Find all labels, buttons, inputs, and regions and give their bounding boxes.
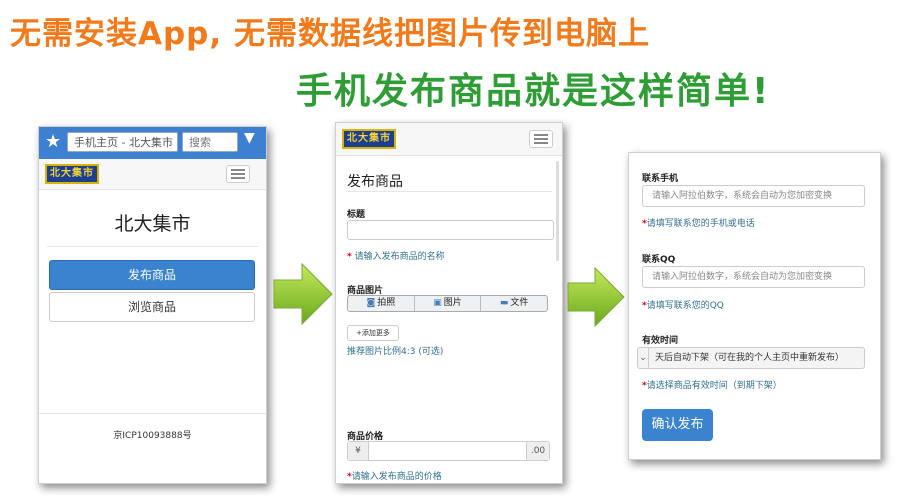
- chevron-down-icon: ⌄: [638, 348, 649, 368]
- picture-button[interactable]: ▣ 图片: [415, 296, 482, 311]
- right-arrow-icon: [567, 266, 625, 328]
- title-label: 标题: [347, 210, 366, 220]
- title-hint: * 请输入发布商品的名称: [347, 249, 445, 262]
- site-navbar: 北大集市: [336, 123, 562, 156]
- phone-label: 联系手机: [642, 174, 679, 184]
- valid-time-select[interactable]: ⌄ 天后自动下架（可在我的个人主页中重新发布）: [637, 347, 865, 369]
- title-hint-text: 请输入发布商品的名称: [354, 252, 445, 262]
- picture-button-label: 图片: [443, 298, 462, 308]
- star-icon[interactable]: ★: [45, 131, 61, 152]
- qq-hint-text: 请填写联系您的QQ: [646, 301, 724, 311]
- price-hint-text: 请输入发布商品的价格: [351, 472, 442, 482]
- currency-addon: ¥: [348, 442, 369, 460]
- site-logo[interactable]: 北大集市: [342, 129, 396, 149]
- qq-hint: *请填写联系您的QQ: [642, 298, 724, 311]
- valid-time-hint-text: 请选择商品有效时间（到期下架）: [646, 381, 782, 391]
- qq-input[interactable]: 请输入阿拉伯数字，系统会自动为您加密变换: [642, 266, 865, 288]
- valid-time-hint: *请选择商品有效时间（到期下架）: [642, 378, 782, 391]
- phone-input[interactable]: 请输入阿拉伯数字，系统会自动为您加密变换: [642, 185, 865, 207]
- section-title: 发布商品: [347, 174, 403, 190]
- confirm-publish-button[interactable]: 确认发布: [642, 409, 713, 441]
- required-mark: *: [347, 252, 352, 262]
- file-button-label: 文件: [510, 298, 529, 308]
- site-logo[interactable]: 北大集市: [45, 164, 99, 184]
- icp-text: 京ICP10093888号: [113, 431, 192, 441]
- browser-bar: ★ 手机主页 - 北大集市 搜索 ▼: [39, 127, 266, 159]
- valid-time-value: 天后自动下架（可在我的个人主页中重新发布）: [655, 353, 845, 363]
- menu-icon[interactable]: [226, 165, 250, 183]
- title-input[interactable]: [347, 220, 554, 240]
- phone-screenshot-publish: 北大集市 发布商品 标题 * 请输入发布商品的名称 商品图片 ◙ 拍照 ▣ 图片 ▬…: [335, 122, 563, 484]
- search-input[interactable]: 搜索: [182, 132, 238, 152]
- camera-icon: ◙: [366, 298, 376, 308]
- cents-addon: .00: [526, 442, 549, 460]
- site-navbar: 北大集市: [39, 159, 266, 190]
- phone-screenshot-contact: 联系手机 请输入阿拉伯数字，系统会自动为您加密变换 *请填写联系您的手机或电话 …: [628, 152, 881, 460]
- file-button[interactable]: ▬ 文件: [481, 296, 547, 311]
- photo-button[interactable]: ◙ 拍照: [348, 296, 415, 311]
- divider: [47, 246, 258, 247]
- add-more-button[interactable]: +添加更多: [347, 325, 399, 341]
- qq-label: 联系QQ: [642, 255, 676, 265]
- price-input-group: ¥ .00: [347, 441, 550, 461]
- headline-line2: 手机发布商品就是这样简单!: [296, 71, 771, 112]
- page-title: 北大集市: [114, 213, 191, 235]
- divider: [346, 191, 552, 192]
- phone-hint: *请填写联系您的手机或电话: [642, 216, 755, 229]
- footer-divider: [39, 413, 266, 414]
- headline-line1: 无需安装App, 无需数据线把图片传到电脑上: [10, 16, 650, 52]
- publish-button[interactable]: 发布商品: [49, 260, 255, 290]
- price-hint: *请输入发布商品的价格: [347, 469, 442, 482]
- right-arrow-icon: [273, 262, 333, 326]
- folder-icon: ▬: [499, 298, 509, 308]
- image-icon: ▣: [433, 298, 442, 308]
- phone-screenshot-home: ★ 手机主页 - 北大集市 搜索 ▼ 北大集市 北大集市 发布商品 浏览商品 京…: [38, 126, 267, 484]
- menu-icon[interactable]: [529, 130, 553, 148]
- photo-button-label: 拍照: [377, 298, 396, 308]
- browse-button[interactable]: 浏览商品: [49, 292, 255, 322]
- price-input[interactable]: [369, 442, 526, 460]
- phone-hint-text: 请填写联系您的手机或电话: [646, 219, 755, 229]
- url-field[interactable]: 手机主页 - 北大集市: [67, 132, 178, 152]
- valid-time-label: 有效时间: [642, 336, 679, 346]
- image-source-buttons: ◙ 拍照 ▣ 图片 ▬ 文件: [347, 295, 548, 312]
- scrollbar[interactable]: [556, 161, 559, 261]
- ratio-hint: 推荐图片比例4:3 (可选): [347, 347, 444, 357]
- chevron-down-icon[interactable]: ▼: [244, 130, 255, 146]
